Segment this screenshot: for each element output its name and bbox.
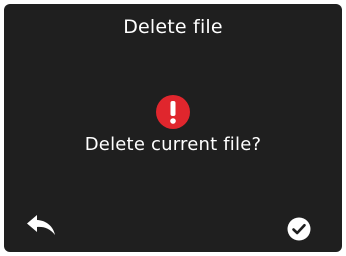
back-button[interactable]: [26, 214, 62, 242]
check-circle-icon: [287, 217, 311, 241]
dialog-title: Delete file: [123, 16, 223, 38]
reply-arrow-icon: [27, 215, 55, 235]
confirm-button[interactable]: [287, 217, 311, 241]
delete-file-dialog: Delete file Delete current file?: [4, 4, 342, 252]
exclamation-circle-icon: [155, 94, 191, 130]
dialog-message: Delete current file?: [84, 134, 262, 155]
